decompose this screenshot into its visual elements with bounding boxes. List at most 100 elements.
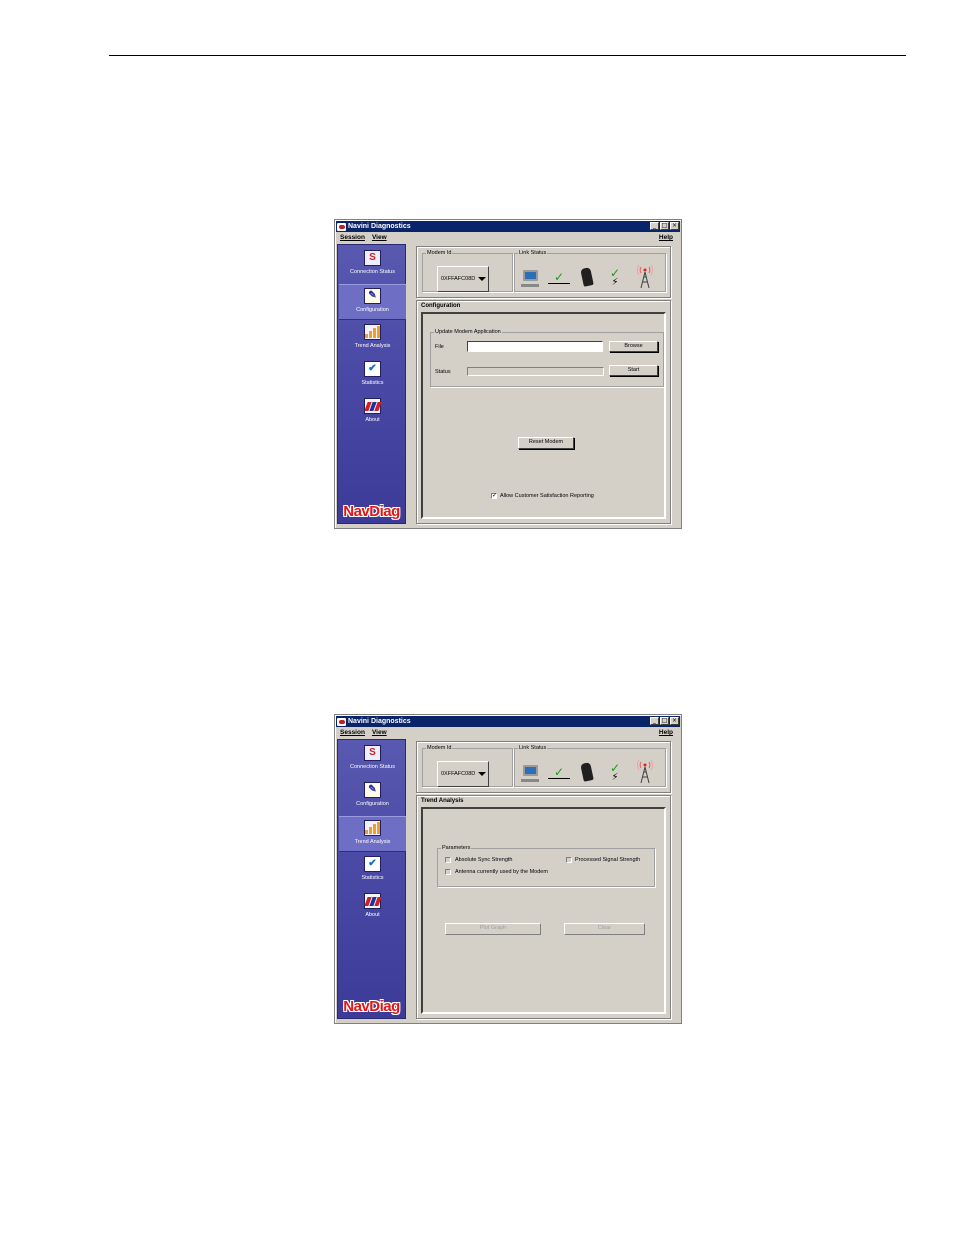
title-bar[interactable]: Navini Diagnostics _ □ ×: [336, 221, 680, 232]
maximize-button[interactable]: □: [660, 222, 669, 230]
antenna-checkbox[interactable]: [445, 869, 451, 875]
update-modem-legend: Update Modem Application: [435, 329, 501, 335]
modem-id-legend: Modem Id: [427, 250, 452, 256]
maximize-button[interactable]: □: [660, 717, 669, 725]
menu-help[interactable]: Help: [655, 727, 676, 738]
menu-help[interactable]: Help: [655, 232, 676, 243]
close-button[interactable]: ×: [670, 717, 679, 725]
nav-configuration[interactable]: ✎ Configuration: [339, 284, 406, 320]
nav-label: About: [365, 417, 380, 423]
trend-analysis-icon: [364, 324, 381, 340]
sidebar: S Connection Status ✎ Configuration Tren…: [337, 739, 406, 1019]
close-button[interactable]: ×: [670, 222, 679, 230]
clear-button[interactable]: Clear: [564, 923, 645, 935]
nav-statistics[interactable]: ✔ Statistics: [339, 358, 406, 394]
processed-signal-checkbox[interactable]: [566, 857, 572, 863]
nav-connection-status[interactable]: S Connection Status: [339, 247, 406, 283]
modem-device-icon: [579, 264, 595, 290]
modem-tower-link-ok-icon: ✓ ⚡: [609, 266, 621, 288]
nav-label: Statistics: [361, 875, 384, 881]
link-status-legend: Link Status: [519, 250, 547, 256]
status-label: Status: [435, 369, 451, 375]
nav-configuration[interactable]: ✎ Configuration: [339, 779, 406, 815]
about-icon: [363, 398, 382, 414]
plot-graph-button[interactable]: Plot Graph: [445, 923, 541, 935]
absolute-sync-checkbox[interactable]: [445, 857, 451, 863]
navdiag-logo: NavDiag: [343, 503, 400, 520]
modem-id-dropdown[interactable]: 0XFFAFC08D: [437, 266, 489, 292]
update-progress-bar: [467, 367, 604, 376]
nav-about[interactable]: About: [339, 890, 406, 926]
modem-id-group: Modem Id 0XFFAFC08D: [422, 250, 513, 292]
nav-connection-status[interactable]: S Connection Status: [339, 742, 406, 778]
reporting-checkbox-label: Allow Customer Satisfaction Reporting: [500, 493, 594, 499]
minimize-button[interactable]: _: [650, 222, 659, 230]
about-icon: [363, 893, 382, 909]
parameters-group: Parameters Absolute Sync Strength Proces…: [437, 845, 655, 887]
modem-id-group: Modem Id 0XFFAFC08D: [422, 745, 513, 787]
menu-session[interactable]: Session: [336, 232, 368, 243]
update-modem-group: Update Modem Application File Browse Sta…: [430, 329, 664, 387]
nav-label: Trend Analysis: [354, 839, 391, 845]
window-controls: _ □ ×: [650, 222, 679, 230]
connection-status-icon: S: [364, 745, 381, 761]
configuration-icon: ✎: [364, 782, 381, 798]
file-input[interactable]: [467, 341, 603, 352]
minimize-button[interactable]: _: [650, 717, 659, 725]
status-header-panel: Modem Id 0XFFAFC08D Link Status ✓ ✓ ⚡: [416, 741, 671, 793]
menu-bar: Session View Help: [336, 727, 680, 738]
nav-trend-analysis[interactable]: Trend Analysis: [339, 321, 406, 357]
navdiag-window-configuration: Navini Diagnostics _ □ × Session View He…: [334, 219, 682, 529]
page-header-rule: [109, 55, 906, 56]
window-controls: _ □ ×: [650, 717, 679, 725]
file-label: File: [435, 344, 444, 350]
panel-body: Update Modem Application File Browse Sta…: [421, 312, 666, 519]
menu-session[interactable]: Session: [336, 727, 368, 738]
statistics-icon: ✔: [364, 856, 381, 872]
nav-statistics[interactable]: ✔ Statistics: [339, 853, 406, 889]
window-title: Navini Diagnostics: [348, 718, 411, 725]
menu-view[interactable]: View: [368, 232, 390, 243]
browse-button[interactable]: Browse: [609, 341, 658, 352]
app-icon: [337, 717, 346, 726]
nav-about[interactable]: About: [339, 395, 406, 431]
nav-label: Connection Status: [350, 269, 395, 275]
title-bar[interactable]: Navini Diagnostics _ □ ×: [336, 716, 680, 727]
reporting-checkbox[interactable]: ✓: [491, 493, 497, 499]
pc-modem-link-ok-icon: ✓: [547, 759, 571, 785]
connection-status-icon: S: [364, 250, 381, 266]
tower-icon: [637, 759, 653, 785]
absolute-sync-label: Absolute Sync Strength: [455, 857, 513, 863]
modem-device-icon: [579, 759, 595, 785]
link-status-legend: Link Status: [519, 745, 547, 751]
link-status-group: Link Status ✓ ✓ ⚡: [514, 745, 666, 787]
panel-body: Parameters Absolute Sync Strength Proces…: [421, 807, 666, 1014]
sidebar: S Connection Status ✎ Configuration Tren…: [337, 244, 406, 524]
link-status-group: Link Status ✓ ✓ ⚡: [514, 250, 666, 292]
configuration-icon: ✎: [364, 288, 381, 304]
computer-icon: [521, 759, 539, 785]
nav-trend-analysis[interactable]: Trend Analysis: [339, 816, 406, 852]
chevron-down-icon: [478, 277, 487, 281]
trend-analysis-icon: [364, 820, 381, 836]
processed-signal-label: Processed Signal Strength: [575, 857, 641, 863]
navdiag-logo: NavDiag: [343, 998, 400, 1015]
antenna-label: Antenna currently used by the Modem: [455, 869, 548, 875]
start-button[interactable]: Start: [609, 365, 658, 376]
trend-analysis-panel: Trend Analysis Parameters Absolute Sync …: [416, 795, 671, 1019]
configuration-panel: Configuration Update Modem Application F…: [416, 300, 671, 524]
nav-label: Configuration: [356, 307, 389, 313]
navdiag-window-trend-analysis: Navini Diagnostics _ □ × Session View He…: [334, 714, 682, 1024]
modem-tower-link-ok-icon: ✓ ⚡: [609, 761, 621, 783]
modem-id-dropdown[interactable]: 0XFFAFC08D: [437, 761, 489, 787]
reset-modem-button[interactable]: Reset Modem: [518, 437, 574, 449]
menu-view[interactable]: View: [368, 727, 390, 738]
pc-modem-link-ok-icon: ✓: [547, 264, 571, 290]
status-header-panel: Modem Id 0XFFAFC08D Link Status ✓ ✓ ⚡: [416, 246, 671, 298]
window-title: Navini Diagnostics: [348, 223, 411, 230]
computer-icon: [521, 264, 539, 290]
nav-label: About: [365, 912, 380, 918]
parameters-legend: Parameters: [442, 845, 471, 851]
app-icon: [337, 222, 346, 231]
panel-title: Trend Analysis: [421, 798, 464, 804]
